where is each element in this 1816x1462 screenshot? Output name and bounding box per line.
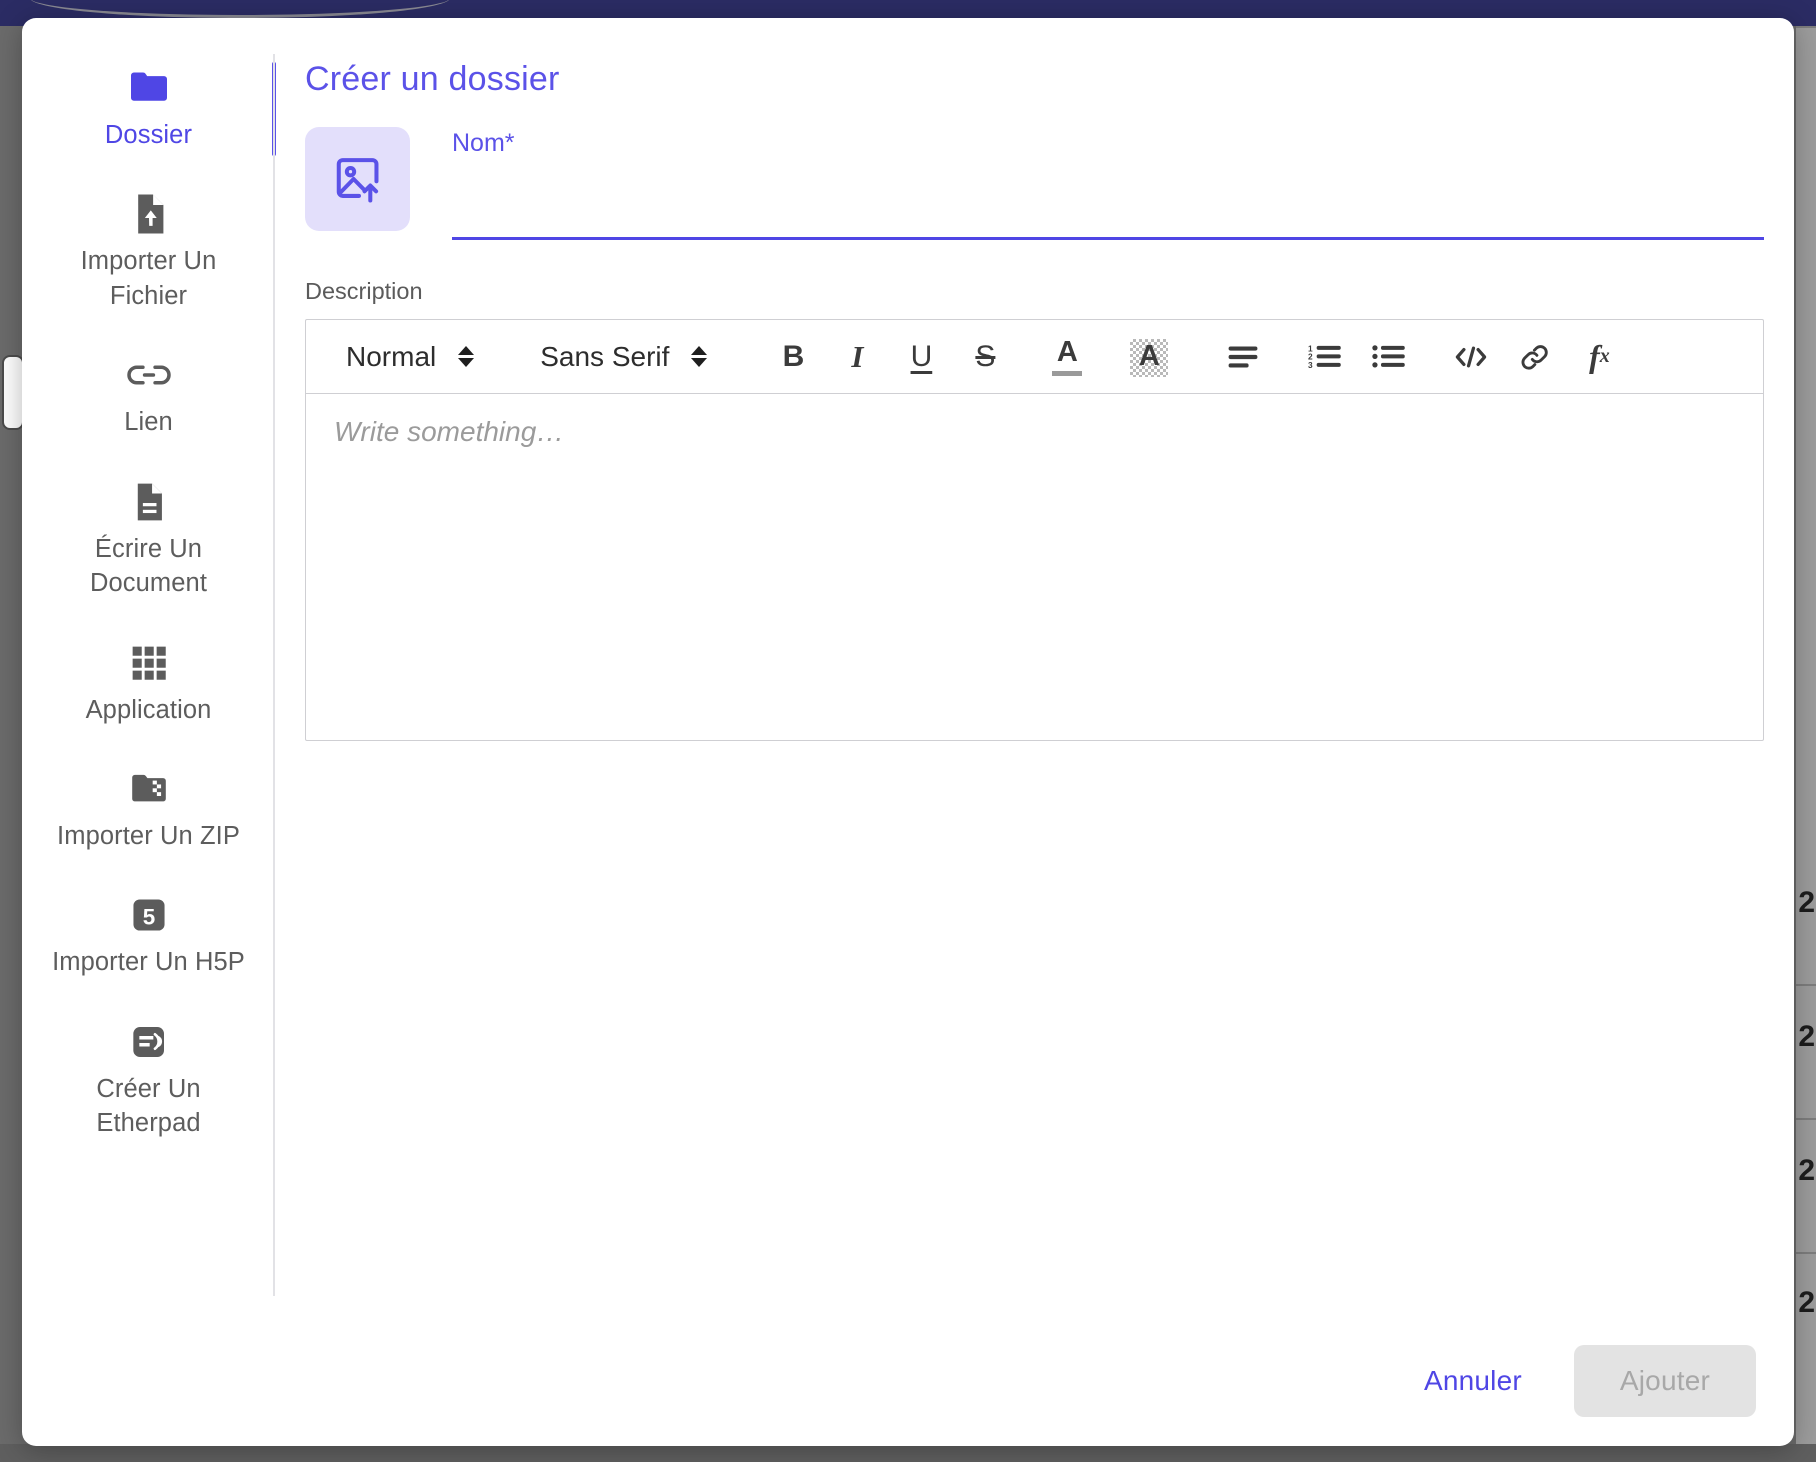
description-editor-canvas[interactable]: Write something… bbox=[306, 394, 1763, 740]
folder-icon bbox=[44, 66, 253, 110]
name-label: Nom* bbox=[452, 129, 1764, 158]
background-right-marks: 2 2 2 2 bbox=[1796, 26, 1816, 1462]
background-mark: 2 bbox=[1798, 1288, 1815, 1318]
background-color-letter: A bbox=[1139, 340, 1160, 373]
link-icon bbox=[44, 353, 253, 397]
sidebar-item-label: Importer Un Fichier bbox=[44, 244, 253, 313]
sidebar-item-label: Créer Un Etherpad bbox=[44, 1072, 253, 1141]
bullet-list-button[interactable] bbox=[1365, 333, 1413, 381]
ordered-list-icon: 1 2 3 bbox=[1308, 343, 1342, 370]
sidebar-item-importer-un-h5p[interactable]: 5 Importer Un H5P bbox=[22, 881, 275, 993]
bold-button[interactable]: B bbox=[769, 333, 817, 381]
sidebar-item-dossier[interactable]: Dossier bbox=[22, 54, 275, 166]
code-icon bbox=[1454, 344, 1488, 370]
formula-sub: x bbox=[1600, 345, 1610, 368]
svg-text:5: 5 bbox=[142, 905, 154, 930]
etherpad-icon bbox=[44, 1020, 253, 1064]
h5p-badge-icon: 5 bbox=[44, 893, 253, 937]
description-label: Description bbox=[305, 278, 1764, 305]
sidebar-item-label: Lien bbox=[44, 405, 253, 439]
background-mark: 2 bbox=[1798, 888, 1815, 918]
code-block-button[interactable] bbox=[1447, 333, 1495, 381]
block-format-select[interactable]: Normal bbox=[330, 335, 490, 379]
font-family-select[interactable]: Sans Serif bbox=[524, 335, 723, 379]
strikethrough-button[interactable]: S bbox=[961, 333, 1009, 381]
formula-button[interactable]: fx bbox=[1575, 333, 1623, 381]
sidebar-item-creer-un-etherpad[interactable]: Créer Un Etherpad bbox=[22, 1008, 275, 1155]
align-left-icon bbox=[1227, 344, 1259, 370]
name-label-text: Nom bbox=[452, 129, 505, 157]
editor-toolbar: Normal Sans Serif B I U S bbox=[306, 320, 1763, 394]
zip-folder-icon bbox=[44, 767, 253, 811]
sidebar-item-ecrire-un-document[interactable]: Écrire Un Document bbox=[22, 468, 275, 615]
bullet-list-icon bbox=[1372, 343, 1406, 370]
background-left-tab bbox=[2, 355, 24, 430]
cancel-button[interactable]: Annuler bbox=[1406, 1351, 1540, 1411]
background-color-button[interactable]: A bbox=[1125, 333, 1173, 381]
description-editor: Normal Sans Serif B I U S bbox=[305, 319, 1764, 741]
background-left-strip bbox=[0, 26, 12, 1462]
chevron-updown-icon bbox=[691, 346, 707, 367]
dialog-footer: Annuler Ajouter bbox=[22, 1330, 1794, 1446]
file-upload-icon bbox=[44, 192, 253, 236]
svg-text:3: 3 bbox=[1308, 360, 1313, 370]
sidebar-item-label: Dossier bbox=[44, 118, 253, 152]
resource-type-sidebar: Dossier Importer Un Fichier bbox=[22, 18, 275, 1330]
sidebar-item-label: Écrire Un Document bbox=[44, 532, 253, 601]
font-family-value: Sans Serif bbox=[540, 341, 669, 373]
background-mark: 2 bbox=[1798, 1156, 1815, 1186]
document-text-icon bbox=[44, 480, 253, 524]
formula-letter: f bbox=[1589, 338, 1600, 375]
italic-button[interactable]: I bbox=[833, 333, 881, 381]
dialog-main-panel: Créer un dossier bbox=[275, 18, 1794, 1330]
link-chain-icon bbox=[1520, 343, 1550, 371]
text-color-button[interactable]: A bbox=[1043, 333, 1091, 381]
ordered-list-button[interactable]: 1 2 3 bbox=[1301, 333, 1349, 381]
image-upload-icon bbox=[333, 154, 383, 204]
sidebar-item-label: Importer Un ZIP bbox=[44, 819, 253, 853]
align-left-button[interactable] bbox=[1219, 333, 1267, 381]
block-format-value: Normal bbox=[346, 341, 436, 373]
name-input[interactable] bbox=[452, 202, 1764, 240]
background-bottom-strip bbox=[0, 1444, 1816, 1462]
background-topbar-curve bbox=[30, 0, 450, 18]
add-button[interactable]: Ajouter bbox=[1574, 1345, 1756, 1417]
sidebar-item-label: Importer Un H5P bbox=[44, 945, 253, 979]
dialog-body: Dossier Importer Un Fichier bbox=[22, 18, 1794, 1330]
sidebar-item-label: Application bbox=[44, 693, 253, 727]
sidebar-item-application[interactable]: Application bbox=[22, 629, 275, 741]
name-field-wrapper: Nom* bbox=[452, 127, 1764, 240]
page-title: Créer un dossier bbox=[305, 60, 1764, 99]
description-placeholder: Write something… bbox=[334, 416, 564, 447]
required-marker: * bbox=[505, 129, 515, 157]
thumbnail-upload-button[interactable] bbox=[305, 127, 410, 231]
sidebar-item-importer-un-zip[interactable]: Importer Un ZIP bbox=[22, 755, 275, 867]
link-button[interactable] bbox=[1511, 333, 1559, 381]
create-resource-dialog: Dossier Importer Un Fichier bbox=[22, 18, 1794, 1446]
chevron-updown-icon bbox=[458, 346, 474, 367]
sidebar-item-lien[interactable]: Lien bbox=[22, 341, 275, 453]
sidebar-item-importer-un-fichier[interactable]: Importer Un Fichier bbox=[22, 180, 275, 327]
background-mark: 2 bbox=[1798, 1022, 1815, 1052]
name-row: Nom* bbox=[305, 127, 1764, 240]
underline-button[interactable]: U bbox=[897, 333, 945, 381]
grid-apps-icon bbox=[44, 641, 253, 685]
